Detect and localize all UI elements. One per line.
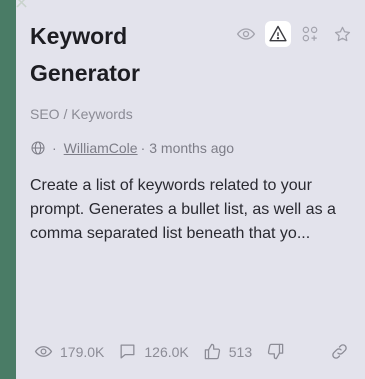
- comment-icon: [118, 342, 137, 361]
- thumbs-down-icon[interactable]: [266, 342, 285, 361]
- dislike-stat[interactable]: [266, 342, 285, 361]
- eye-icon: [34, 342, 53, 361]
- comments-stat: 126.0K: [118, 342, 189, 361]
- link-icon[interactable]: [330, 342, 349, 361]
- views-stat: 179.0K: [34, 342, 104, 361]
- category-label: SEO / Keywords: [30, 106, 133, 122]
- author-link[interactable]: WilliamCole: [64, 140, 138, 156]
- prompt-card[interactable]: × Keyword Generator SEO / Keywords · Wil…: [14, 0, 365, 379]
- grid-plus-icon[interactable]: [297, 21, 323, 47]
- stats-bar: 179.0K 126.0K 513: [34, 342, 349, 361]
- views-count: 179.0K: [60, 343, 105, 360]
- eye-icon[interactable]: [233, 21, 259, 47]
- star-icon[interactable]: [329, 21, 355, 47]
- card-title: Keyword Generator: [30, 23, 140, 86]
- close-icon[interactable]: ×: [14, 0, 29, 12]
- comments-count: 126.0K: [144, 343, 189, 360]
- thumbs-up-icon[interactable]: [203, 342, 222, 361]
- globe-icon: [30, 140, 46, 156]
- card-description: Create a list of keywords related to you…: [30, 177, 336, 242]
- card-meta: · WilliamCole · 3 months ago: [30, 140, 351, 156]
- warning-icon[interactable]: [265, 21, 291, 47]
- likes-count: 513: [228, 343, 253, 360]
- meta-separator: ·: [140, 140, 146, 156]
- likes-stat[interactable]: 513: [203, 342, 252, 361]
- meta-separator: ·: [52, 140, 57, 156]
- card-actions: [233, 21, 355, 47]
- time-ago: 3 months ago: [149, 140, 235, 156]
